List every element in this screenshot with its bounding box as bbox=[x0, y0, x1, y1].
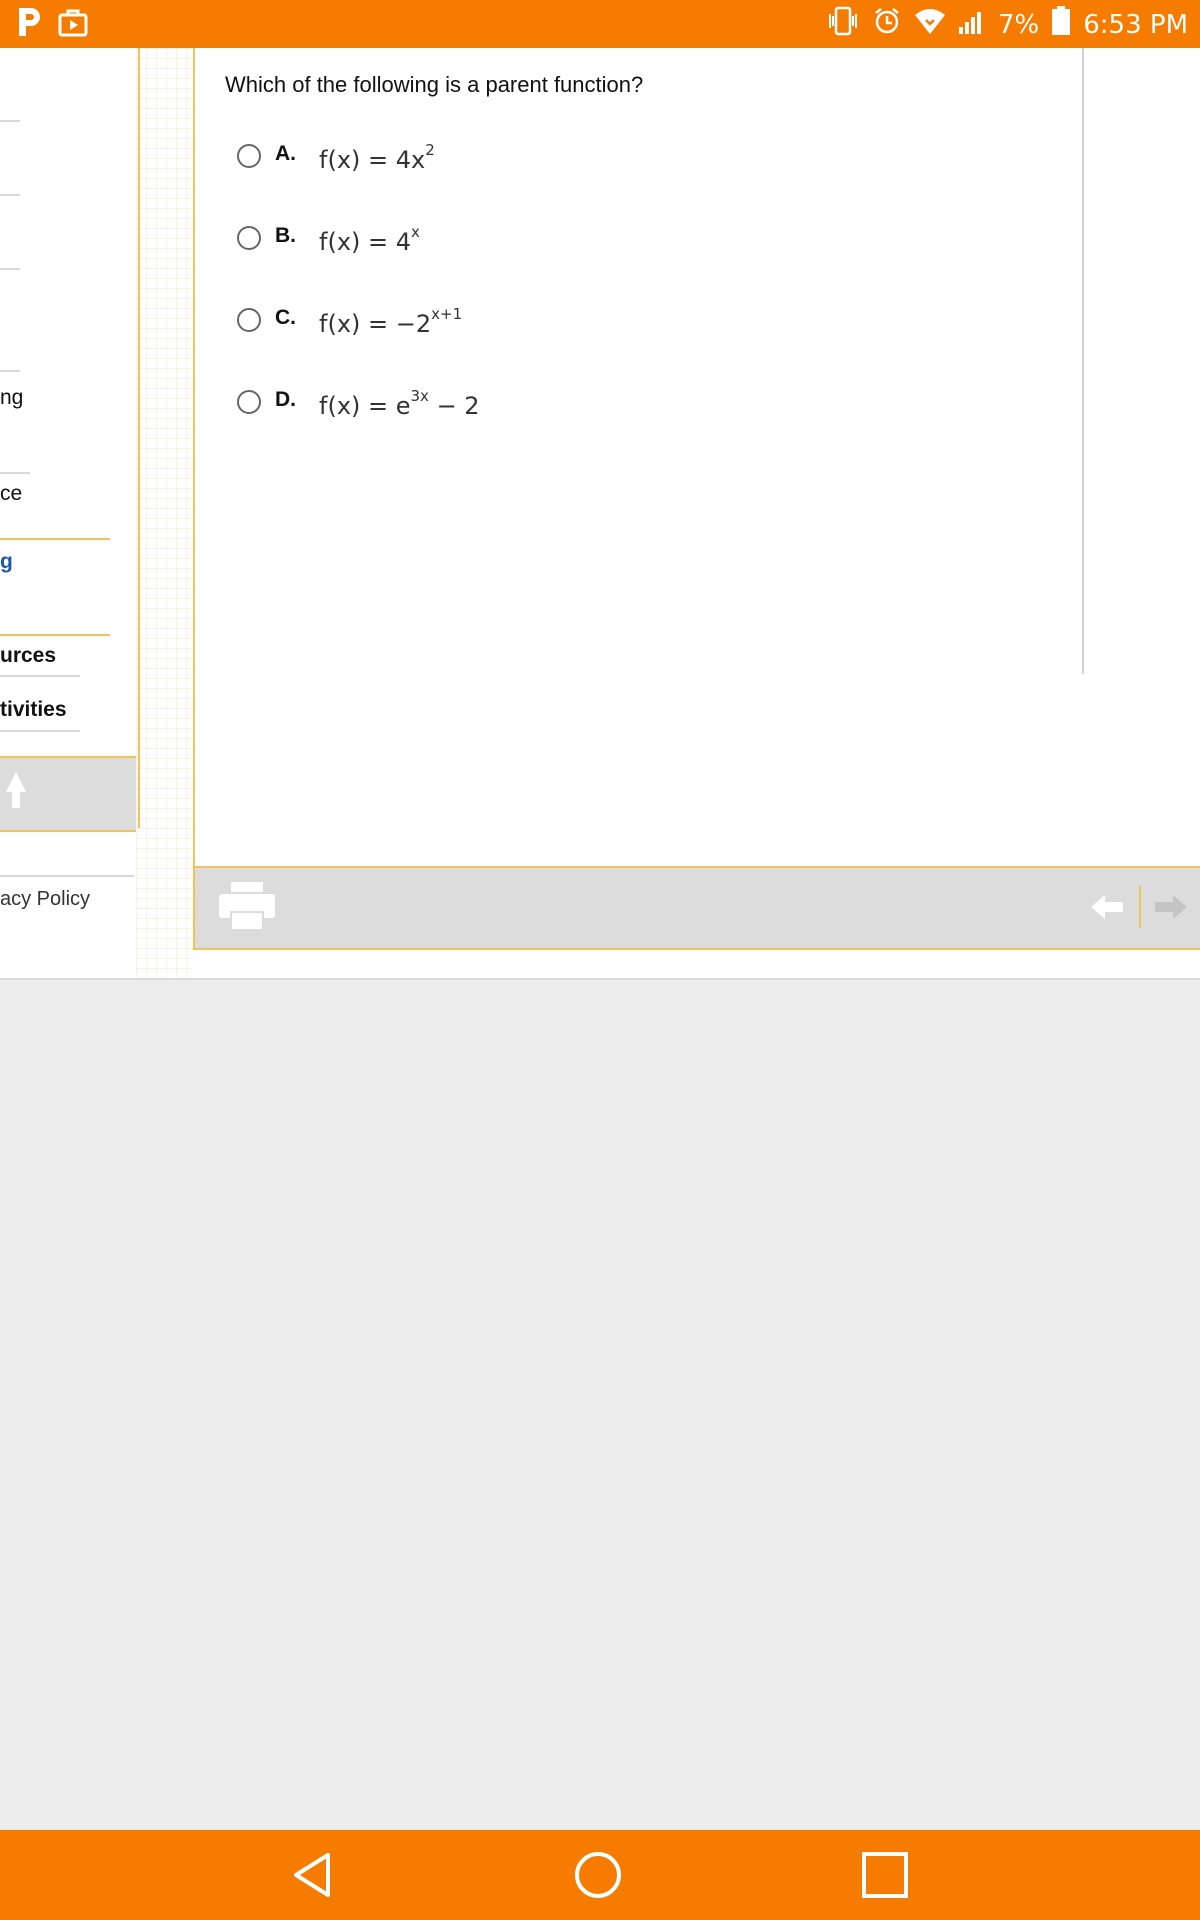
grid-background bbox=[136, 48, 194, 980]
status-bar: 7% 6:53 PM bbox=[0, 0, 1200, 48]
next-button[interactable] bbox=[1153, 892, 1189, 922]
sidebar-active-divider bbox=[0, 634, 110, 636]
vibrate-icon bbox=[826, 6, 860, 43]
pandora-app-icon bbox=[16, 6, 46, 43]
alarm-icon bbox=[872, 6, 902, 43]
previous-button[interactable] bbox=[1089, 892, 1125, 922]
battery-percentage: 7% bbox=[997, 9, 1040, 40]
footer-divider bbox=[0, 875, 134, 877]
privacy-policy-link[interactable]: acy Policy bbox=[0, 888, 90, 911]
panel-divider bbox=[1082, 48, 1084, 674]
store-notification-icon bbox=[58, 7, 88, 42]
answer-option-d[interactable]: D. f(x) = e3x − 2 bbox=[237, 387, 737, 428]
right-arrow-icon bbox=[1155, 895, 1187, 919]
left-arrow-icon bbox=[1091, 895, 1123, 919]
system-navigation-bar bbox=[0, 1830, 1200, 1920]
sidebar-item[interactable]: ce bbox=[0, 482, 22, 506]
wifi-icon bbox=[914, 7, 946, 42]
recents-square-icon bbox=[862, 1852, 908, 1898]
printer-icon bbox=[219, 882, 275, 931]
question-toolbar bbox=[193, 866, 1200, 950]
signal-icon bbox=[958, 7, 986, 42]
recents-button[interactable] bbox=[860, 1850, 910, 1900]
back-triangle-icon bbox=[294, 1853, 330, 1897]
sidebar-item-activities[interactable]: tivities bbox=[0, 698, 67, 722]
answer-option-b[interactable]: B. f(x) = 4x bbox=[237, 223, 737, 264]
sidebar-item-resources[interactable]: urces bbox=[0, 644, 56, 668]
option-letter: B. bbox=[275, 224, 296, 247]
scroll-to-top-button[interactable] bbox=[0, 756, 136, 832]
question-text: Which of the following is a parent funct… bbox=[225, 72, 644, 97]
option-letter: D. bbox=[275, 388, 296, 411]
page-divider bbox=[0, 978, 1200, 980]
sidebar-item[interactable]: ng bbox=[0, 386, 23, 410]
nav-divider bbox=[1139, 886, 1141, 928]
battery-icon bbox=[1051, 6, 1071, 43]
radio-button[interactable] bbox=[237, 144, 261, 168]
option-formula: f(x) = e3x − 2 bbox=[319, 387, 480, 420]
sidebar-divider bbox=[0, 675, 80, 677]
radio-button[interactable] bbox=[237, 226, 261, 250]
option-formula: f(x) = −2x+1 bbox=[319, 305, 463, 338]
print-button[interactable] bbox=[219, 882, 275, 932]
question-panel: Which of the following is a parent funct… bbox=[193, 48, 1200, 866]
option-formula: f(x) = 4x2 bbox=[319, 141, 435, 174]
radio-button[interactable] bbox=[237, 390, 261, 414]
answer-option-a[interactable]: A. f(x) = 4x2 bbox=[237, 141, 737, 182]
sidebar-active-divider bbox=[0, 538, 110, 540]
sidebar-divider bbox=[0, 120, 20, 122]
sidebar-divider bbox=[0, 194, 20, 196]
sidebar-divider bbox=[0, 268, 20, 270]
sidebar-divider bbox=[0, 370, 20, 372]
clock-time: 6:53 PM bbox=[1083, 9, 1188, 40]
sidebar-divider bbox=[0, 730, 80, 732]
web-page: ng ce g urces tivities acy Policy Which … bbox=[0, 48, 1200, 980]
back-button[interactable] bbox=[288, 1850, 338, 1900]
sidebar: ng ce g urces tivities bbox=[0, 48, 140, 832]
option-formula: f(x) = 4x bbox=[319, 223, 420, 256]
up-arrow-icon bbox=[6, 772, 26, 808]
radio-button[interactable] bbox=[237, 308, 261, 332]
answer-option-c[interactable]: C. f(x) = −2x+1 bbox=[237, 305, 737, 346]
option-letter: C. bbox=[275, 306, 296, 329]
sidebar-item-active[interactable]: g bbox=[0, 550, 13, 574]
home-circle-icon bbox=[575, 1852, 621, 1898]
home-button[interactable] bbox=[573, 1850, 623, 1900]
sidebar-divider bbox=[0, 472, 30, 474]
option-letter: A. bbox=[275, 142, 296, 165]
